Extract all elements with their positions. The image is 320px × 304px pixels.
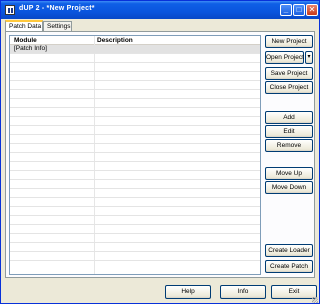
close-button[interactable]: ✕ (306, 4, 318, 16)
table-row[interactable] (10, 234, 260, 243)
table-row[interactable] (10, 135, 260, 144)
close-project-button[interactable]: Close Project (265, 81, 313, 94)
open-project-dropdown-button[interactable]: ▾ (305, 51, 313, 64)
table-row[interactable] (10, 180, 260, 189)
table-row[interactable] (10, 225, 260, 234)
maximize-button[interactable]: □ (293, 4, 305, 16)
move-down-button[interactable]: Move Down (265, 181, 313, 194)
move-up-button[interactable]: Move Up (265, 167, 313, 180)
info-button[interactable]: Info (220, 285, 266, 299)
table-row[interactable] (10, 252, 260, 261)
table-row[interactable] (10, 207, 260, 216)
table-row[interactable] (10, 216, 260, 225)
remove-button[interactable]: Remove (265, 139, 313, 152)
tab-patch-data[interactable]: Patch Data (5, 20, 43, 31)
table-row[interactable] (10, 144, 260, 153)
create-patch-button[interactable]: Create Patch (265, 260, 313, 273)
table-row[interactable] (10, 243, 260, 252)
table-row[interactable] (10, 162, 260, 171)
table-row[interactable]: [Patch Info] (10, 45, 260, 54)
save-project-button[interactable]: Save Project (265, 67, 313, 80)
tab-settings[interactable]: Settings (43, 21, 72, 31)
patch-data-panel: Module Description [Patch Info] New Proj… (5, 31, 315, 278)
help-button[interactable]: Help (165, 285, 211, 299)
app-icon (5, 5, 15, 15)
minimize-button[interactable]: _ (280, 4, 292, 16)
table-row[interactable] (10, 72, 260, 81)
module-table[interactable]: Module Description [Patch Info] (9, 35, 261, 275)
table-body: [Patch Info] (10, 45, 260, 261)
open-project-button[interactable]: Open Project (265, 51, 304, 64)
table-row[interactable] (10, 171, 260, 180)
exit-button[interactable]: Exit (271, 285, 317, 299)
table-row[interactable] (10, 189, 260, 198)
table-row[interactable] (10, 54, 260, 63)
resize-grip-icon[interactable] (312, 297, 318, 303)
add-button[interactable]: Add (265, 111, 313, 124)
new-project-button[interactable]: New Project (265, 35, 313, 48)
table-row[interactable] (10, 126, 260, 135)
cell-module: [Patch Info] (14, 45, 47, 52)
table-row[interactable] (10, 63, 260, 72)
column-header-description[interactable]: Description (97, 36, 133, 45)
table-row[interactable] (10, 99, 260, 108)
table-row[interactable] (10, 90, 260, 99)
table-header: Module Description (10, 36, 260, 45)
main-window: dUP 2 - *New Project* _ □ ✕ Patch Data S… (0, 0, 320, 304)
title-bar[interactable]: dUP 2 - *New Project* _ □ ✕ (1, 1, 319, 19)
column-header-module[interactable]: Module (14, 36, 37, 45)
table-row[interactable] (10, 117, 260, 126)
table-row[interactable] (10, 153, 260, 162)
create-loader-button[interactable]: Create Loader (265, 244, 313, 257)
edit-button[interactable]: Edit (265, 125, 313, 138)
table-row[interactable] (10, 198, 260, 207)
table-row[interactable] (10, 81, 260, 90)
window-title: dUP 2 - *New Project* (19, 5, 95, 12)
table-row[interactable] (10, 108, 260, 117)
